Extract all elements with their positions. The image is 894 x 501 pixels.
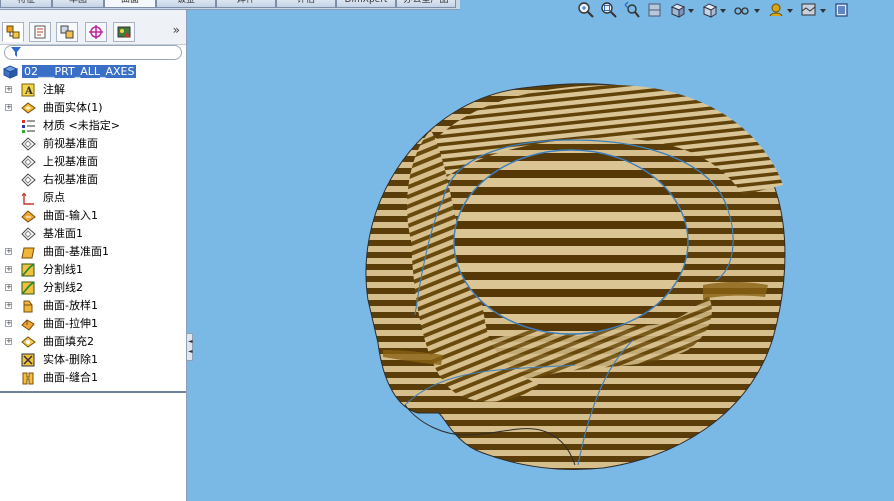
origin-icon [21, 192, 34, 205]
command-tab[interactable]: 草图 [52, 0, 104, 8]
delete-body-icon [21, 353, 35, 367]
tree-item-label: 曲面实体(1) [43, 101, 103, 114]
panel-divider [0, 391, 186, 393]
property-manager-tab[interactable] [29, 22, 51, 42]
tree-item[interactable]: 右视基准面 [0, 171, 186, 189]
expand-toggle[interactable]: + [5, 86, 12, 93]
tree-item[interactable]: + A 注解 [0, 81, 186, 99]
tree-item[interactable]: 原点 [0, 189, 186, 207]
expand-toggle[interactable]: + [5, 266, 12, 273]
tree-root-part[interactable]: 02___PRT_ALL_AXES [0, 63, 186, 81]
plane-icon [21, 155, 36, 169]
tree-item[interactable]: + 分割线1 [0, 261, 186, 279]
tree-item[interactable]: 上视基准面 [0, 153, 186, 171]
tree-item-label: 材质 <未指定> [43, 119, 120, 132]
tree-item-label: 曲面-放样1 [43, 299, 98, 312]
tree-item-label: 右视基准面 [43, 173, 98, 186]
tree-item-label: 分割线1 [43, 263, 83, 276]
tree-item-label: 前视基准面 [43, 137, 98, 150]
expand-toggle[interactable]: + [5, 284, 12, 291]
tree-item-label: 曲面-缝合1 [43, 371, 98, 384]
dimxpert-icon [89, 25, 103, 39]
imported-surface-icon [21, 210, 36, 223]
tree-item-label: 曲面-拉伸1 [43, 317, 98, 330]
more-tabs-button[interactable]: » [173, 23, 180, 37]
tree-item-label: 上视基准面 [43, 155, 98, 168]
tree-item-label: 原点 [43, 191, 65, 204]
panel-tabs: » [0, 10, 186, 45]
display-manager-icon [117, 26, 131, 38]
planar-surface-icon [21, 247, 35, 259]
feature-tree: 02___PRT_ALL_AXES + A 注解 + 曲面实体(1) 材质 <未指定> 前视… [0, 63, 186, 387]
plane-icon [21, 137, 36, 151]
tree-item[interactable]: 基准面1 [0, 225, 186, 243]
tree-filter-input[interactable] [4, 45, 182, 60]
display-manager-tab[interactable] [113, 22, 135, 42]
tree-item-label: 注解 [43, 83, 65, 96]
plane-icon [21, 227, 36, 241]
loft-surface-icon [23, 300, 33, 313]
zebra-surface-model [365, 83, 786, 470]
split-line-icon [21, 263, 35, 277]
tree-item[interactable]: 前视基准面 [0, 135, 186, 153]
plane-icon [21, 173, 36, 187]
feature-manager-tab[interactable] [2, 22, 24, 42]
expand-toggle[interactable]: + [5, 302, 12, 309]
tree-item[interactable]: + 曲面-放样1 [0, 297, 186, 315]
expand-toggle[interactable]: + [5, 104, 12, 111]
expand-toggle[interactable]: + [5, 338, 12, 345]
part-name: 02___PRT_ALL_AXES [22, 65, 137, 78]
panel-collapse-handle[interactable]: ◄ ◄ [186, 333, 193, 361]
tree-item-label: 分割线2 [43, 281, 83, 294]
configuration-icon [60, 25, 74, 39]
command-tab[interactable]: 特征 [0, 0, 52, 8]
tree-item[interactable]: + 曲面实体(1) [0, 99, 186, 117]
extrude-surface-icon [21, 319, 35, 331]
tree-item-label: 实体-删除1 [43, 353, 98, 366]
expand-toggle[interactable]: + [5, 248, 12, 255]
command-tab[interactable]: 曲面 [104, 0, 156, 8]
tree-item-label: 曲面-输入1 [43, 209, 98, 222]
filter-icon [11, 47, 21, 57]
annotation-icon: A [21, 83, 35, 97]
surface-bodies-icon [21, 102, 36, 114]
tree-item[interactable]: + 曲面-拉伸1 [0, 315, 186, 333]
tree-item-label: 曲面填充2 [43, 335, 94, 348]
svg-text:A: A [24, 86, 33, 97]
knit-surface-icon [22, 372, 34, 385]
tree-item-label: 曲面-基准面1 [43, 245, 109, 258]
tree-item[interactable]: 材质 <未指定> [0, 117, 186, 135]
graphics-viewport[interactable] [193, 0, 894, 501]
fill-surface-icon [21, 336, 36, 348]
expand-toggle[interactable]: + [5, 320, 12, 327]
configuration-manager-tab[interactable] [56, 22, 78, 42]
material-icon [22, 120, 35, 133]
tree-item[interactable]: + 曲面填充2 [0, 333, 186, 351]
part-icon [3, 65, 18, 79]
tree-item[interactable]: + 曲面-基准面1 [0, 243, 186, 261]
property-icon [34, 25, 46, 39]
tree-item-label: 基准面1 [43, 227, 83, 240]
tree-item[interactable]: 曲面-输入1 [0, 207, 186, 225]
split-line-icon [21, 281, 35, 295]
feature-tree-icon [6, 25, 20, 39]
feature-manager-panel: » 02___PRT_ALL_AXES + A 注解 + 曲面实体(1) 材质 <未指定>… [0, 10, 187, 501]
tree-item[interactable]: 曲面-缝合1 [0, 369, 186, 387]
dimxpert-manager-tab[interactable] [85, 22, 107, 42]
tree-item[interactable]: 实体-删除1 [0, 351, 186, 369]
tree-item[interactable]: + 分割线2 [0, 279, 186, 297]
